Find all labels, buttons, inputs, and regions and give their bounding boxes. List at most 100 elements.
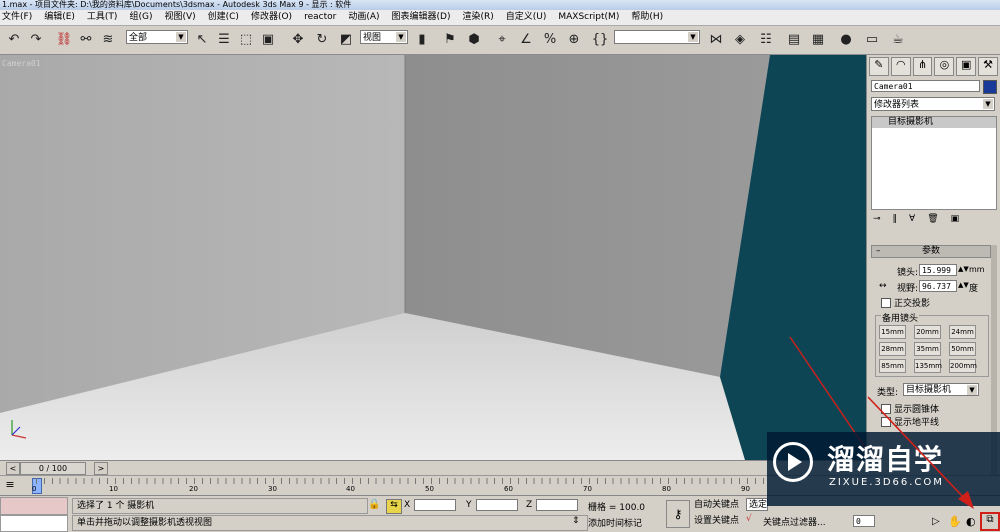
- hierarchy-tab-icon[interactable]: ⋔: [912, 57, 933, 76]
- utilities-tab-icon[interactable]: ⚒: [978, 57, 998, 76]
- mini-curve-editor-icon[interactable]: ≡: [2, 478, 18, 492]
- scale-icon[interactable]: ◩: [336, 29, 356, 49]
- add-time-tag[interactable]: 添加时间标记: [588, 516, 642, 529]
- lens-85mm-button[interactable]: 85mm: [879, 359, 906, 373]
- render-scene-icon[interactable]: ▭: [862, 29, 882, 49]
- modify-tab-icon[interactable]: ◠: [890, 57, 911, 76]
- menu-modifiers[interactable]: 修改器(O): [251, 10, 292, 25]
- rect-selection-icon[interactable]: ⬚: [236, 29, 256, 49]
- lens-28mm-button[interactable]: 28mm: [879, 342, 906, 356]
- lens-20mm-button[interactable]: 20mm: [914, 325, 941, 339]
- reference-coord-dropdown[interactable]: 视图 ▼: [360, 30, 408, 44]
- redo-icon[interactable]: ↷: [26, 29, 46, 49]
- lens-spinner-icon[interactable]: ▲▼: [958, 265, 969, 273]
- lens-135mm-button[interactable]: 135mm: [914, 359, 942, 373]
- edit-named-selection-icon[interactable]: {}: [590, 29, 610, 49]
- make-unique-icon[interactable]: ∀: [909, 214, 915, 226]
- spinner-snap-icon[interactable]: ⊕: [564, 29, 584, 49]
- select-link-icon[interactable]: ⛓: [54, 29, 74, 49]
- ortho-checkbox[interactable]: [881, 298, 891, 308]
- time-slider-next-icon[interactable]: >: [94, 462, 108, 475]
- display-tab-icon[interactable]: ▣: [956, 57, 977, 76]
- motion-tab-icon[interactable]: ◎: [934, 57, 955, 76]
- menu-animation[interactable]: 动画(A): [348, 10, 379, 25]
- fov-field[interactable]: 96.737: [919, 280, 957, 292]
- material-editor-icon[interactable]: ●: [836, 29, 856, 49]
- lens-24mm-button[interactable]: 24mm: [949, 325, 976, 339]
- menu-customize[interactable]: 自定义(U): [506, 10, 547, 25]
- selection-lock-icon[interactable]: 🔒: [368, 499, 380, 510]
- pin-stack-icon[interactable]: ⊸: [873, 214, 881, 226]
- named-selection-dropdown[interactable]: ▼: [614, 30, 700, 44]
- curve-editor-icon[interactable]: ▤: [784, 29, 804, 49]
- show-end-result-icon[interactable]: ‖: [893, 214, 898, 226]
- absolute-mode-icon[interactable]: ⇆: [386, 499, 402, 514]
- menu-graph-editors[interactable]: 图表编辑器(D): [392, 10, 451, 25]
- menu-create[interactable]: 创建(C): [208, 10, 239, 25]
- set-key-mode-icon[interactable]: ⚷: [666, 500, 690, 528]
- fov-spinner-icon[interactable]: ▲▼: [958, 281, 969, 289]
- time-slider-thumb[interactable]: 0 / 100: [20, 462, 86, 475]
- undo-icon[interactable]: ↶: [4, 29, 24, 49]
- maxscript-input[interactable]: [0, 515, 68, 532]
- maxscript-listener-mini[interactable]: [0, 497, 68, 515]
- menu-rendering[interactable]: 渲染(R): [462, 10, 493, 25]
- select-by-name-icon[interactable]: ☰: [214, 29, 234, 49]
- menu-group[interactable]: 组(G): [129, 10, 152, 25]
- stack-item[interactable]: 目标摄影机: [872, 117, 996, 128]
- angle-snap-icon[interactable]: ∠: [516, 29, 536, 49]
- selection-filter-dropdown[interactable]: 全部 ▼: [126, 30, 188, 44]
- lens-15mm-button[interactable]: 15mm: [879, 325, 906, 339]
- remove-modifier-icon[interactable]: 🗑: [927, 214, 938, 226]
- menu-reactor[interactable]: reactor: [304, 10, 336, 25]
- key-filters-button[interactable]: 关键点过滤器...: [763, 515, 826, 528]
- modifier-list-dropdown[interactable]: 修改器列表 ▼: [871, 97, 995, 111]
- mirror-icon[interactable]: ⋈: [706, 29, 726, 49]
- current-frame-field[interactable]: 0: [853, 515, 875, 527]
- object-name-field[interactable]: Camera01: [871, 80, 980, 92]
- menu-maxscript[interactable]: MAXScript(M): [558, 10, 619, 25]
- pivot-center-icon[interactable]: ▮: [412, 29, 432, 49]
- menu-views[interactable]: 视图(V): [164, 10, 195, 25]
- schematic-view-icon[interactable]: ▦: [808, 29, 828, 49]
- menu-help[interactable]: 帮助(H): [631, 10, 663, 25]
- fov-direction-icon[interactable]: ↔: [879, 281, 887, 291]
- percent-snap-icon[interactable]: %: [540, 29, 560, 49]
- auto-key-button[interactable]: 自动关键点: [694, 499, 744, 512]
- bind-space-warp-icon[interactable]: ≋: [98, 29, 118, 49]
- keyboard-shortcut-icon[interactable]: ⬢: [464, 29, 484, 49]
- menu-edit[interactable]: 编辑(E): [44, 10, 75, 25]
- x-coordinate-field[interactable]: [414, 499, 456, 511]
- y-coordinate-field[interactable]: [476, 499, 518, 511]
- camera-viewport[interactable]: Camera01: [0, 55, 867, 460]
- z-coordinate-field[interactable]: [536, 499, 578, 511]
- rotate-icon[interactable]: ↻: [312, 29, 332, 49]
- menu-tools[interactable]: 工具(T): [87, 10, 118, 25]
- layer-manager-icon[interactable]: ☷: [756, 29, 776, 49]
- lens-50mm-button[interactable]: 50mm: [949, 342, 976, 356]
- lens-field[interactable]: 15.999: [919, 264, 957, 276]
- set-key-button[interactable]: 设置关键点: [694, 515, 744, 528]
- pan-view-icon[interactable]: ✋: [948, 515, 962, 528]
- create-tab-icon[interactable]: ✎: [869, 57, 889, 76]
- move-icon[interactable]: ✥: [288, 29, 308, 49]
- menu-file[interactable]: 文件(F): [2, 10, 32, 25]
- lens-35mm-button[interactable]: 35mm: [914, 342, 941, 356]
- object-color-swatch[interactable]: [983, 80, 997, 94]
- play-icon[interactable]: ▷: [932, 516, 940, 527]
- key-selected-dropdown[interactable]: 选定: [746, 498, 768, 511]
- lens-200mm-button[interactable]: 200mm: [949, 359, 977, 373]
- window-crossing-icon[interactable]: ▣: [258, 29, 278, 49]
- key-tangent-icon[interactable]: √: [746, 514, 752, 524]
- time-slider[interactable]: < 0 / 100 >: [0, 460, 866, 475]
- select-manipulate-icon[interactable]: ⚑: [440, 29, 460, 49]
- time-slider-prev-icon[interactable]: <: [6, 462, 20, 475]
- quick-render-icon[interactable]: ☕: [888, 29, 908, 49]
- select-object-icon[interactable]: ↖: [192, 29, 212, 49]
- orbit-icon[interactable]: ◐: [966, 515, 976, 528]
- snaps-toggle-icon[interactable]: ⌖: [492, 29, 512, 49]
- align-icon[interactable]: ◈: [730, 29, 750, 49]
- configure-sets-icon[interactable]: ▣: [951, 214, 960, 226]
- viewport-label[interactable]: Camera01: [2, 59, 41, 68]
- unlink-icon[interactable]: ⚯: [76, 29, 96, 49]
